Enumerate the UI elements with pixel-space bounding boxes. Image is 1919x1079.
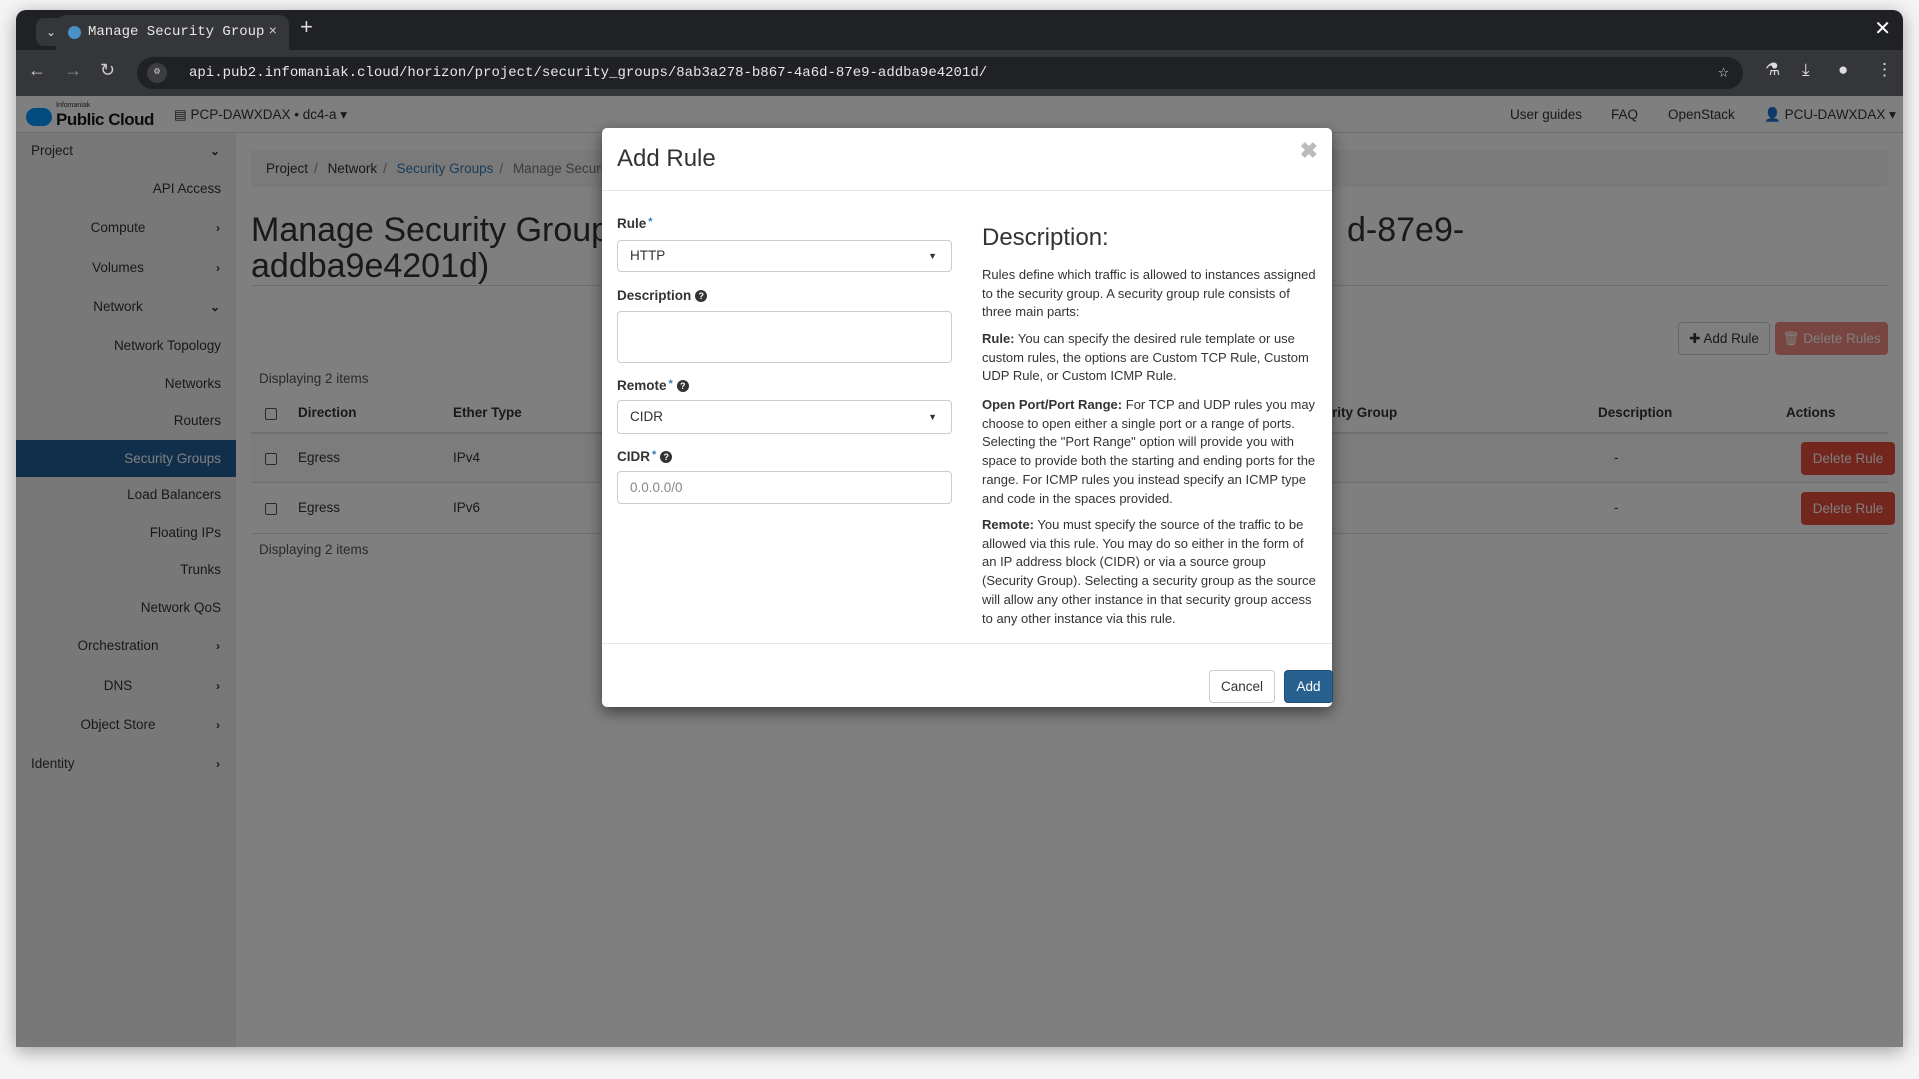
description-textarea[interactable] (617, 311, 952, 363)
required-marker: * (652, 449, 657, 461)
required-marker: * (648, 216, 653, 228)
modal-footer-divider (602, 643, 1332, 644)
help-port-title: Open Port/Port Range: (982, 397, 1123, 412)
rule-label: Rule * (617, 216, 653, 231)
back-icon[interactable]: ← (28, 60, 46, 81)
cancel-button[interactable]: Cancel (1209, 670, 1275, 703)
help-icon[interactable]: ? (676, 380, 689, 393)
value: HTTP (630, 248, 666, 263)
help-rule: Rule: You can specify the desired rule t… (982, 330, 1319, 386)
help-remote: Remote: You must specify the source of t… (982, 516, 1319, 628)
label: Description (617, 288, 692, 303)
site-settings-icon[interactable]: ⚙ (147, 63, 167, 83)
favicon-icon (68, 26, 81, 39)
new-tab-button[interactable]: + (300, 14, 313, 40)
remote-select[interactable]: CIDR ▼ (617, 400, 952, 434)
browser-tab[interactable]: Manage Security Group × (56, 15, 289, 50)
placeholder: 0.0.0.0/0 (630, 480, 683, 495)
caret-down-icon: ▼ (928, 412, 937, 422)
modal-title: Add Rule (617, 145, 716, 172)
menu-icon[interactable]: ⋮ (1876, 60, 1893, 80)
browser-toolbar: ← → ↻ ⚙ api.pub2.infomaniak.cloud/horizo… (16, 50, 1903, 96)
label: CIDR (617, 449, 650, 464)
tab-bar: ⌄ Manage Security Group × + ✕ (16, 10, 1903, 50)
address-bar[interactable]: ⚙ api.pub2.infomaniak.cloud/horizon/proj… (137, 57, 1743, 89)
url-text: api.pub2.infomaniak.cloud/horizon/projec… (189, 65, 988, 81)
caret-down-icon: ▼ (928, 251, 937, 261)
description-label: Description? (617, 288, 708, 303)
labs-icon[interactable]: ⚗ (1765, 60, 1780, 80)
add-button[interactable]: Add (1284, 670, 1333, 703)
cidr-label: CIDR *? (617, 449, 673, 464)
bookmark-star-icon[interactable]: ☆ (1718, 57, 1729, 89)
cidr-input[interactable]: 0.0.0.0/0 (617, 471, 952, 504)
reload-icon[interactable]: ↻ (100, 60, 115, 81)
download-icon[interactable]: ⤓ (1802, 60, 1810, 80)
help-rule-text: You can specify the desired rule templat… (982, 331, 1309, 384)
value: CIDR (630, 409, 663, 424)
profile-icon[interactable]: ● (1838, 60, 1848, 80)
add-rule-modal: Add Rule ✖ Rule * HTTP ▼ Description? Remo… (602, 128, 1333, 707)
rule-select[interactable]: HTTP ▼ (617, 240, 952, 272)
browser-window: ⌄ Manage Security Group × + ✕ ← → ↻ ⚙ ap… (16, 10, 1903, 1047)
required-marker: * (668, 378, 673, 390)
close-tab-icon[interactable]: × (269, 15, 277, 50)
forward-icon[interactable]: → (64, 60, 82, 81)
label: Remote (617, 378, 667, 393)
tab-title: Manage Security Group (88, 24, 265, 40)
help-rule-title: Rule: (982, 331, 1015, 346)
help-heading: Description: (982, 224, 1109, 251)
close-icon[interactable]: ✖ (1300, 138, 1318, 164)
help-remote-text: You must specify the source of the traff… (982, 517, 1316, 626)
modal-header: Add Rule ✖ (602, 128, 1332, 191)
help-icon[interactable]: ? (660, 451, 673, 464)
help-port: Open Port/Port Range: For TCP and UDP ru… (982, 396, 1319, 508)
help-remote-title: Remote: (982, 517, 1035, 532)
remote-label: Remote *? (617, 378, 689, 393)
label: Rule (617, 216, 647, 231)
help-icon[interactable]: ? (695, 290, 708, 303)
window-close-button[interactable]: ✕ (1874, 16, 1891, 41)
help-intro: Rules define which traffic is allowed to… (982, 267, 1316, 320)
help-port-text: For TCP and UDP rules you may choose to … (982, 397, 1316, 506)
